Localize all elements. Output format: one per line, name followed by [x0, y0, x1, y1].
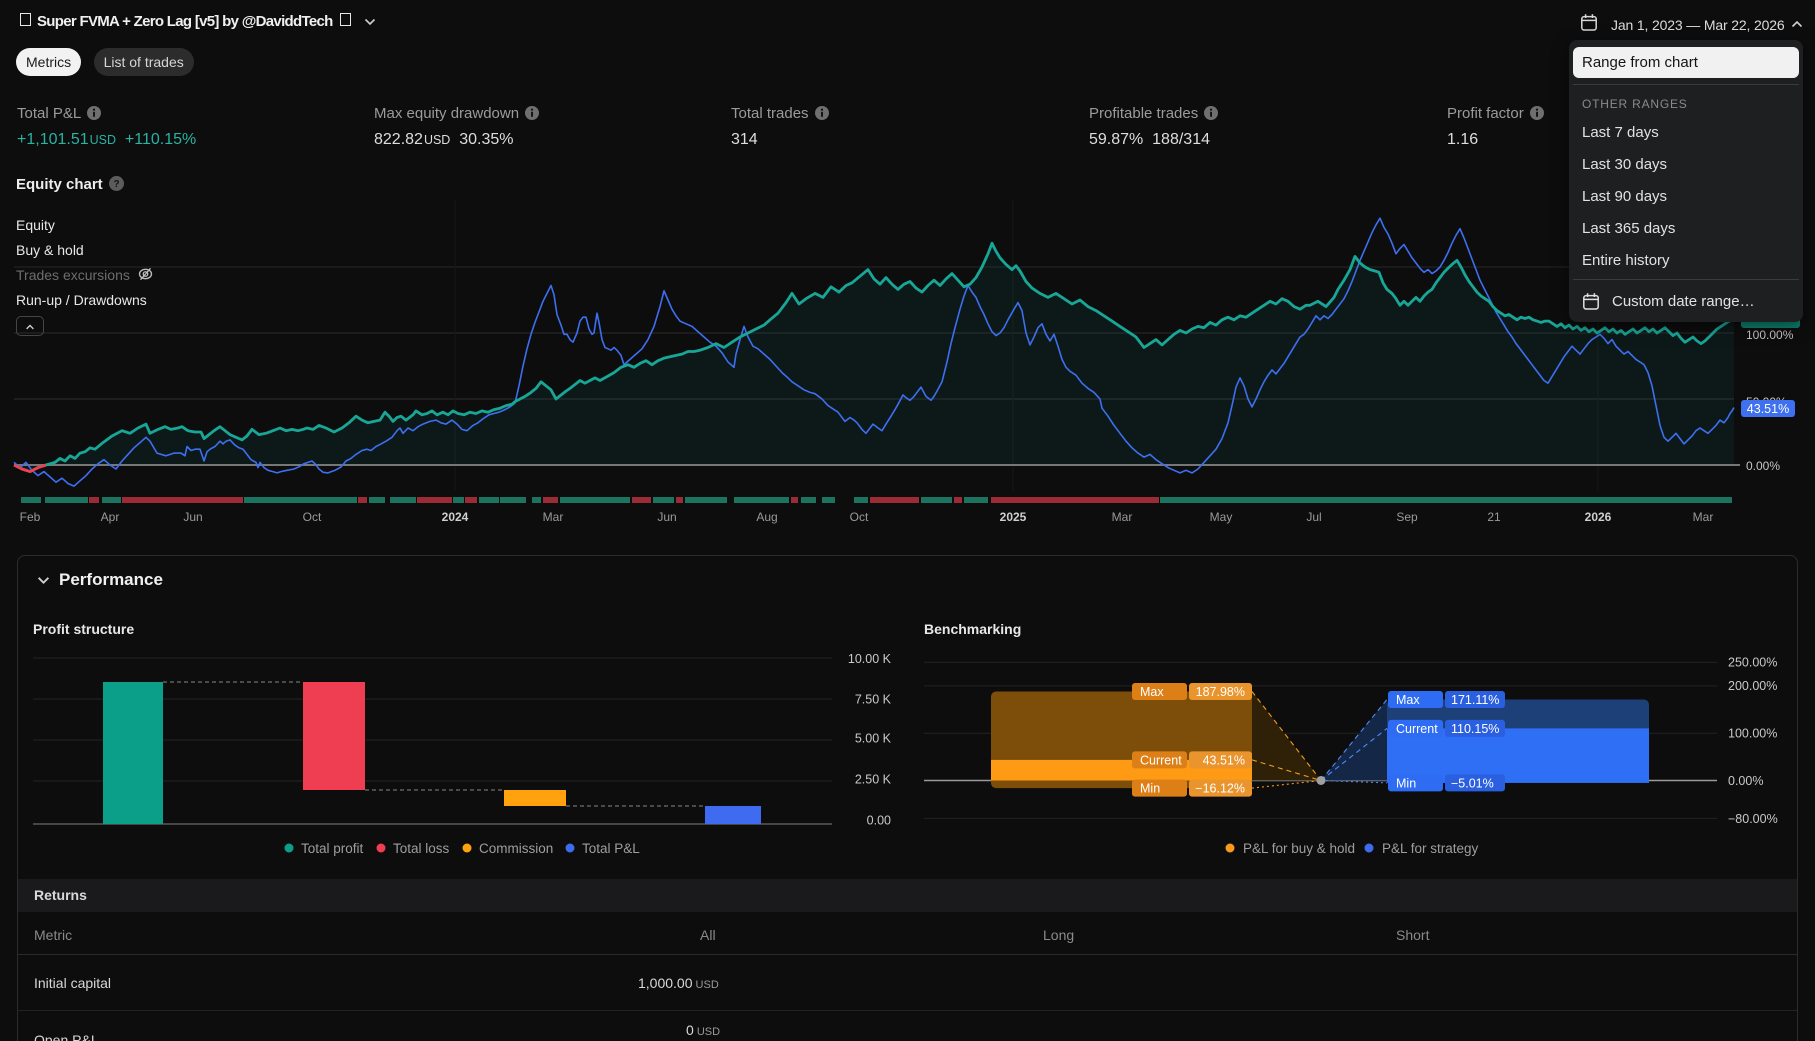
svg-text:2026: 2026	[1585, 510, 1612, 524]
svg-text:43.51%: 43.51%	[1203, 753, 1245, 767]
svg-text:2025: 2025	[1000, 510, 1027, 524]
svg-text:Oct: Oct	[850, 510, 869, 524]
svg-text:2.50 K: 2.50 K	[855, 773, 892, 787]
svg-text:Oct: Oct	[303, 510, 322, 524]
svg-text:Total P&L: Total P&L	[582, 841, 640, 856]
svg-text:Current: Current	[1140, 753, 1182, 767]
svg-text:Apr: Apr	[101, 510, 120, 524]
svg-text:Min: Min	[1396, 776, 1416, 790]
svg-text:Min: Min	[1140, 782, 1160, 796]
svg-text:Commission: Commission	[479, 841, 553, 856]
svg-text:P&L for buy & hold: P&L for buy & hold	[1243, 841, 1355, 856]
svg-text:Max: Max	[1396, 693, 1420, 707]
svg-text:250.00%: 250.00%	[1728, 656, 1777, 670]
svg-text:Mar: Mar	[1693, 510, 1714, 524]
svg-text:−16.12%: −16.12%	[1195, 782, 1245, 796]
svg-text:0.00: 0.00	[867, 814, 891, 828]
svg-text:Current: Current	[1396, 722, 1438, 736]
svg-text:Jun: Jun	[657, 510, 676, 524]
svg-text:43.51%: 43.51%	[1747, 402, 1789, 416]
svg-text:7.50 K: 7.50 K	[855, 693, 892, 707]
svg-text:−80.00%: −80.00%	[1728, 812, 1778, 826]
svg-text:Aug: Aug	[756, 510, 777, 524]
svg-text:Jul: Jul	[1306, 510, 1321, 524]
svg-text:21: 21	[1487, 510, 1501, 524]
svg-text:Mar: Mar	[543, 510, 564, 524]
svg-text:Sep: Sep	[1396, 510, 1418, 524]
svg-text:0.00%: 0.00%	[1746, 459, 1780, 473]
svg-text:10.00 K: 10.00 K	[848, 652, 892, 666]
svg-text:5.00 K: 5.00 K	[855, 732, 892, 746]
svg-text:Mar: Mar	[1112, 510, 1133, 524]
svg-text:187.98%: 187.98%	[1196, 685, 1245, 699]
svg-text:Max: Max	[1140, 685, 1164, 699]
svg-text:200.00%: 200.00%	[1728, 679, 1777, 693]
svg-text:171.11%: 171.11%	[1451, 693, 1499, 707]
svg-text:2024: 2024	[442, 510, 469, 524]
svg-text:100.00%: 100.00%	[1746, 328, 1794, 342]
svg-text:Jun: Jun	[183, 510, 202, 524]
svg-text:Total profit: Total profit	[301, 841, 364, 856]
svg-text:100.00%: 100.00%	[1728, 727, 1777, 741]
svg-text:Total loss: Total loss	[393, 841, 450, 856]
svg-text:Feb: Feb	[20, 510, 41, 524]
svg-text:0.00%: 0.00%	[1728, 774, 1763, 788]
svg-text:−5.01%: −5.01%	[1451, 776, 1494, 790]
svg-text:May: May	[1210, 510, 1233, 524]
svg-text:P&L for strategy: P&L for strategy	[1382, 841, 1479, 856]
svg-text:110.15%: 110.15%	[1451, 722, 1499, 736]
